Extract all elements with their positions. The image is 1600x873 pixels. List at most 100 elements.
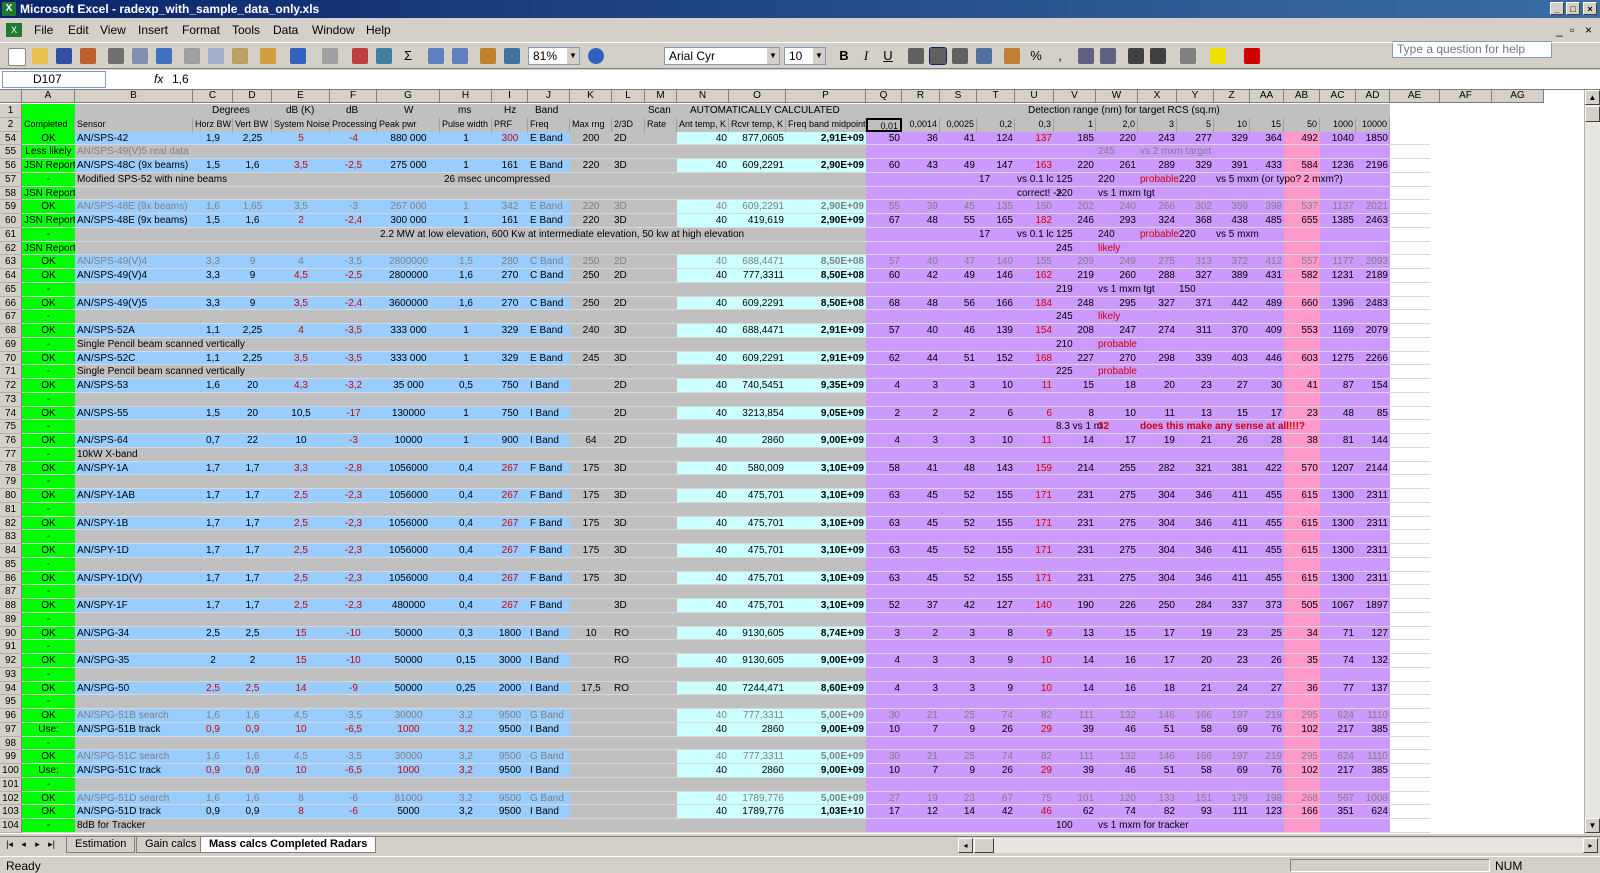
cell[interactable]: 10 xyxy=(866,764,902,778)
cell[interactable]: 270 xyxy=(1096,351,1138,366)
cell[interactable]: 1,6 xyxy=(193,709,233,723)
cell[interactable] xyxy=(645,722,677,737)
cell[interactable]: 9500 xyxy=(492,750,528,764)
cell[interactable] xyxy=(612,612,645,627)
menu-view[interactable]: View xyxy=(100,23,126,37)
cell[interactable] xyxy=(866,667,902,682)
cell[interactable] xyxy=(570,585,612,599)
cell[interactable] xyxy=(902,310,940,324)
cell[interactable] xyxy=(492,695,528,709)
borders-icon[interactable] xyxy=(1180,48,1196,64)
cell[interactable]: 48 xyxy=(902,214,940,228)
cell[interactable]: 40 xyxy=(677,434,729,448)
cell[interactable] xyxy=(866,777,902,792)
cell[interactable]: 267 xyxy=(492,516,528,531)
column-header[interactable]: AB xyxy=(1284,90,1320,103)
cell[interactable] xyxy=(1177,241,1214,256)
cell[interactable] xyxy=(75,241,193,256)
cell[interactable]: E Band xyxy=(528,351,570,366)
cell[interactable] xyxy=(1250,777,1284,792)
cell[interactable]: 39 xyxy=(1054,764,1096,778)
cell[interactable] xyxy=(1250,530,1284,544)
scroll-up-icon[interactable]: ▲ xyxy=(1585,90,1600,105)
cell[interactable] xyxy=(1356,337,1390,352)
cell[interactable] xyxy=(1492,434,1544,448)
cell[interactable]: -6,5 xyxy=(330,722,377,737)
cell[interactable]: 27 xyxy=(866,791,902,806)
cell[interactable] xyxy=(645,420,677,434)
cell[interactable]: 132 xyxy=(1096,750,1138,764)
cell[interactable]: 2 xyxy=(940,406,977,421)
cell[interactable]: 329 xyxy=(1177,159,1214,173)
cell[interactable]: F Band xyxy=(528,544,570,558)
cell[interactable]: 438 xyxy=(1214,214,1250,228)
cell[interactable] xyxy=(570,406,612,421)
cell[interactable]: 3 xyxy=(940,379,977,393)
cell[interactable] xyxy=(645,337,677,352)
cell[interactable]: 2,5 xyxy=(233,626,272,641)
cell[interactable] xyxy=(1320,612,1356,627)
cell[interactable]: 2 xyxy=(272,214,330,228)
cell[interactable] xyxy=(1284,447,1320,462)
cell[interactable]: -2,3 xyxy=(330,544,377,558)
cell[interactable] xyxy=(440,612,492,627)
cell[interactable] xyxy=(233,186,272,201)
cell[interactable]: - xyxy=(22,310,75,324)
cell[interactable] xyxy=(977,282,1015,297)
cell[interactable]: 30000 xyxy=(377,750,440,764)
cell[interactable]: 1385 xyxy=(1320,214,1356,228)
cell[interactable]: 1056000 xyxy=(377,544,440,558)
cell[interactable]: 159 xyxy=(1015,461,1054,476)
cell[interactable]: 3D xyxy=(612,544,645,558)
cell[interactable]: 20 xyxy=(233,379,272,393)
cell[interactable] xyxy=(1492,544,1544,558)
cell[interactable]: 1,6 xyxy=(233,159,272,173)
cell[interactable]: - xyxy=(22,227,75,242)
cell[interactable] xyxy=(977,104,1015,118)
cell[interactable]: 48 xyxy=(1320,406,1356,421)
cell[interactable]: - xyxy=(22,337,75,352)
row-header[interactable]: 2 xyxy=(0,117,22,132)
cell[interactable]: Less likely xyxy=(22,145,75,159)
cell[interactable] xyxy=(902,585,940,599)
cell[interactable] xyxy=(677,819,729,833)
cell[interactable]: OK xyxy=(22,461,75,476)
cell[interactable]: 2,0 xyxy=(1096,117,1138,132)
cell[interactable] xyxy=(940,640,977,654)
cell[interactable] xyxy=(1015,310,1054,324)
merge-center-icon[interactable] xyxy=(976,48,992,64)
cell[interactable]: AN/SPG-35 xyxy=(75,654,193,668)
cell[interactable] xyxy=(977,640,1015,654)
cell[interactable]: 270 xyxy=(492,269,528,283)
cell[interactable]: 480000 xyxy=(377,599,440,613)
cell[interactable] xyxy=(1284,186,1320,201)
cell[interactable]: Vert BW xyxy=(233,117,272,132)
cell[interactable]: 2 xyxy=(233,654,272,668)
cell[interactable]: AN/SPS-53 xyxy=(75,379,193,393)
cell[interactable] xyxy=(1096,695,1138,709)
cell[interactable] xyxy=(645,791,677,806)
cell[interactable] xyxy=(977,392,1015,407)
cell[interactable] xyxy=(330,585,377,599)
cell[interactable] xyxy=(1492,654,1544,668)
cell[interactable] xyxy=(866,530,902,544)
cell[interactable] xyxy=(1390,214,1440,228)
cell[interactable] xyxy=(902,667,940,682)
cell[interactable] xyxy=(1390,310,1440,324)
cell[interactable]: 624 xyxy=(1356,805,1390,819)
copy-icon[interactable] xyxy=(208,48,224,64)
cell[interactable]: 2800000 xyxy=(377,255,440,269)
cell[interactable] xyxy=(1390,365,1440,379)
cell[interactable] xyxy=(1356,282,1390,297)
row-header[interactable]: 79 xyxy=(0,475,22,489)
cell[interactable] xyxy=(272,241,330,256)
cell[interactable]: 245 xyxy=(570,351,612,366)
cell[interactable]: 146 xyxy=(977,269,1015,283)
cell[interactable] xyxy=(902,502,940,517)
cell[interactable] xyxy=(1214,736,1250,751)
first-sheet-icon[interactable]: |◂ xyxy=(4,839,15,850)
cell[interactable] xyxy=(440,475,492,489)
cell[interactable] xyxy=(377,186,440,201)
cell[interactable]: 182 xyxy=(1015,214,1054,228)
row-header[interactable]: 93 xyxy=(0,667,22,682)
